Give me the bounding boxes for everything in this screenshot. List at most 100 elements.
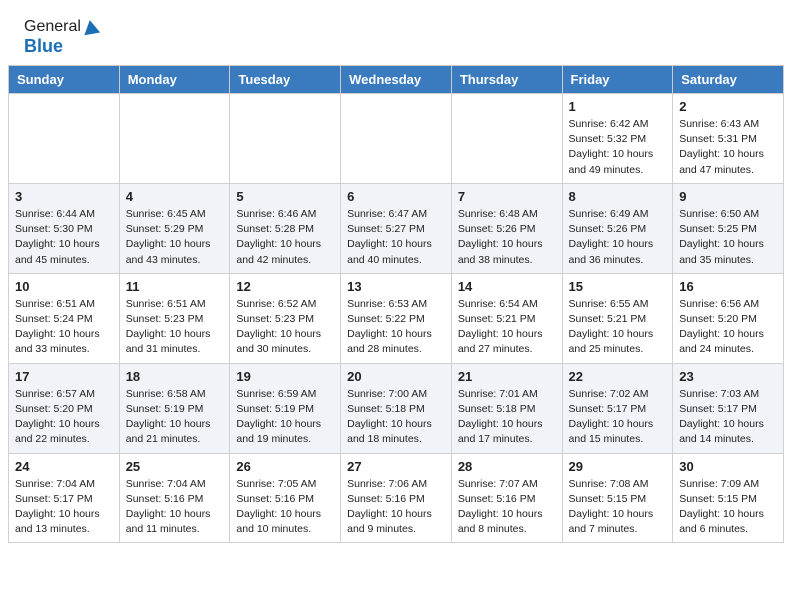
day-cell	[451, 94, 562, 184]
day-number: 7	[458, 189, 556, 204]
day-number: 20	[347, 369, 445, 384]
day-cell: 20 Sunrise: 7:00 AMSunset: 5:18 PMDayligh…	[341, 363, 452, 453]
day-info: Sunrise: 7:09 AMSunset: 5:15 PMDaylight:…	[679, 477, 777, 538]
day-cell: 26 Sunrise: 7:05 AMSunset: 5:16 PMDayligh…	[230, 453, 341, 543]
page-header: General Blue	[0, 0, 792, 65]
day-number: 17	[15, 369, 113, 384]
weekday-header-row: SundayMondayTuesdayWednesdayThursdayFrid…	[9, 66, 784, 94]
weekday-monday: Monday	[119, 66, 230, 94]
day-number: 11	[126, 279, 224, 294]
day-cell: 19 Sunrise: 6:59 AMSunset: 5:19 PMDayligh…	[230, 363, 341, 453]
day-cell: 7 Sunrise: 6:48 AMSunset: 5:26 PMDaylight…	[451, 183, 562, 273]
day-cell: 8 Sunrise: 6:49 AMSunset: 5:26 PMDaylight…	[562, 183, 673, 273]
week-row-2: 3 Sunrise: 6:44 AMSunset: 5:30 PMDaylight…	[9, 183, 784, 273]
weekday-saturday: Saturday	[673, 66, 784, 94]
logo-general-text: General	[24, 18, 81, 36]
day-cell: 6 Sunrise: 6:47 AMSunset: 5:27 PMDaylight…	[341, 183, 452, 273]
day-info: Sunrise: 6:59 AMSunset: 5:19 PMDaylight:…	[236, 387, 334, 448]
day-number: 18	[126, 369, 224, 384]
day-number: 19	[236, 369, 334, 384]
day-cell: 27Sunrise: 7:06 AMSunset: 5:16 PMDayligh…	[341, 453, 452, 543]
day-info: Sunrise: 6:51 AMSunset: 5:24 PMDaylight:…	[15, 297, 113, 358]
day-cell: 16 Sunrise: 6:56 AMSunset: 5:20 PMDayligh…	[673, 273, 784, 363]
day-number: 27	[347, 459, 445, 474]
weekday-friday: Friday	[562, 66, 673, 94]
calendar-table: SundayMondayTuesdayWednesdayThursdayFrid…	[8, 65, 784, 543]
day-cell: 10 Sunrise: 6:51 AMSunset: 5:24 PMDayligh…	[9, 273, 120, 363]
day-info: Sunrise: 6:50 AMSunset: 5:25 PMDaylight:…	[679, 207, 777, 268]
day-number: 1	[569, 99, 667, 114]
day-cell: 30Sunrise: 7:09 AMSunset: 5:15 PMDayligh…	[673, 453, 784, 543]
day-info: Sunrise: 7:07 AMSunset: 5:16 PMDaylight:…	[458, 477, 556, 538]
day-info: Sunrise: 6:48 AMSunset: 5:26 PMDaylight:…	[458, 207, 556, 268]
day-number: 22	[569, 369, 667, 384]
day-cell: 17 Sunrise: 6:57 AMSunset: 5:20 PMDayligh…	[9, 363, 120, 453]
day-cell: 23 Sunrise: 7:03 AMSunset: 5:17 PMDayligh…	[673, 363, 784, 453]
day-info: Sunrise: 6:43 AMSunset: 5:31 PMDaylight:…	[679, 117, 777, 178]
day-info: Sunrise: 6:57 AMSunset: 5:20 PMDaylight:…	[15, 387, 113, 448]
day-number: 16	[679, 279, 777, 294]
day-number: 9	[679, 189, 777, 204]
day-cell: 15Sunrise: 6:55 AMSunset: 5:21 PMDayligh…	[562, 273, 673, 363]
day-info: Sunrise: 7:03 AMSunset: 5:17 PMDaylight:…	[679, 387, 777, 448]
day-info: Sunrise: 7:04 AMSunset: 5:17 PMDaylight:…	[15, 477, 113, 538]
day-info: Sunrise: 7:05 AMSunset: 5:16 PMDaylight:…	[236, 477, 334, 538]
day-cell: 9 Sunrise: 6:50 AMSunset: 5:25 PMDaylight…	[673, 183, 784, 273]
day-info: Sunrise: 6:47 AMSunset: 5:27 PMDaylight:…	[347, 207, 445, 268]
day-info: Sunrise: 6:46 AMSunset: 5:28 PMDaylight:…	[236, 207, 334, 268]
week-row-5: 24 Sunrise: 7:04 AMSunset: 5:17 PMDayligh…	[9, 453, 784, 543]
day-number: 25	[126, 459, 224, 474]
day-info: Sunrise: 6:51 AMSunset: 5:23 PMDaylight:…	[126, 297, 224, 358]
day-number: 8	[569, 189, 667, 204]
day-number: 10	[15, 279, 113, 294]
day-info: Sunrise: 6:56 AMSunset: 5:20 PMDaylight:…	[679, 297, 777, 358]
day-number: 23	[679, 369, 777, 384]
day-cell: 3 Sunrise: 6:44 AMSunset: 5:30 PMDaylight…	[9, 183, 120, 273]
day-info: Sunrise: 7:08 AMSunset: 5:15 PMDaylight:…	[569, 477, 667, 538]
day-cell: 14 Sunrise: 6:54 AMSunset: 5:21 PMDayligh…	[451, 273, 562, 363]
logo: General Blue	[24, 18, 99, 57]
day-info: Sunrise: 7:01 AMSunset: 5:18 PMDaylight:…	[458, 387, 556, 448]
day-cell: 11 Sunrise: 6:51 AMSunset: 5:23 PMDayligh…	[119, 273, 230, 363]
day-number: 3	[15, 189, 113, 204]
weekday-thursday: Thursday	[451, 66, 562, 94]
day-info: Sunrise: 7:00 AMSunset: 5:18 PMDaylight:…	[347, 387, 445, 448]
day-number: 28	[458, 459, 556, 474]
day-info: Sunrise: 7:04 AMSunset: 5:16 PMDaylight:…	[126, 477, 224, 538]
day-number: 15	[569, 279, 667, 294]
day-cell: 25 Sunrise: 7:04 AMSunset: 5:16 PMDayligh…	[119, 453, 230, 543]
day-cell: 2 Sunrise: 6:43 AMSunset: 5:31 PMDaylight…	[673, 94, 784, 184]
day-number: 2	[679, 99, 777, 114]
day-info: Sunrise: 7:02 AMSunset: 5:17 PMDaylight:…	[569, 387, 667, 448]
logo-blue-text: Blue	[24, 36, 63, 57]
day-number: 14	[458, 279, 556, 294]
day-number: 13	[347, 279, 445, 294]
day-cell: 4Sunrise: 6:45 AMSunset: 5:29 PMDaylight…	[119, 183, 230, 273]
day-info: Sunrise: 6:54 AMSunset: 5:21 PMDaylight:…	[458, 297, 556, 358]
weekday-tuesday: Tuesday	[230, 66, 341, 94]
day-number: 29	[569, 459, 667, 474]
day-number: 24	[15, 459, 113, 474]
weekday-sunday: Sunday	[9, 66, 120, 94]
day-info: Sunrise: 6:44 AMSunset: 5:30 PMDaylight:…	[15, 207, 113, 268]
day-cell	[9, 94, 120, 184]
day-cell: 29 Sunrise: 7:08 AMSunset: 5:15 PMDayligh…	[562, 453, 673, 543]
day-cell: 1Sunrise: 6:42 AMSunset: 5:32 PMDaylight…	[562, 94, 673, 184]
day-number: 6	[347, 189, 445, 204]
day-number: 12	[236, 279, 334, 294]
weekday-wednesday: Wednesday	[341, 66, 452, 94]
day-number: 26	[236, 459, 334, 474]
day-info: Sunrise: 6:53 AMSunset: 5:22 PMDaylight:…	[347, 297, 445, 358]
day-number: 5	[236, 189, 334, 204]
day-cell: 12 Sunrise: 6:52 AMSunset: 5:23 PMDayligh…	[230, 273, 341, 363]
day-info: Sunrise: 6:52 AMSunset: 5:23 PMDaylight:…	[236, 297, 334, 358]
day-cell: 24 Sunrise: 7:04 AMSunset: 5:17 PMDayligh…	[9, 453, 120, 543]
day-info: Sunrise: 6:49 AMSunset: 5:26 PMDaylight:…	[569, 207, 667, 268]
week-row-3: 10 Sunrise: 6:51 AMSunset: 5:24 PMDayligh…	[9, 273, 784, 363]
day-info: Sunrise: 6:58 AMSunset: 5:19 PMDaylight:…	[126, 387, 224, 448]
day-cell	[119, 94, 230, 184]
day-cell: 13 Sunrise: 6:53 AMSunset: 5:22 PMDayligh…	[341, 273, 452, 363]
logo-triangle-icon	[82, 19, 100, 36]
day-cell: 21Sunrise: 7:01 AMSunset: 5:18 PMDayligh…	[451, 363, 562, 453]
day-cell: 22 Sunrise: 7:02 AMSunset: 5:17 PMDayligh…	[562, 363, 673, 453]
